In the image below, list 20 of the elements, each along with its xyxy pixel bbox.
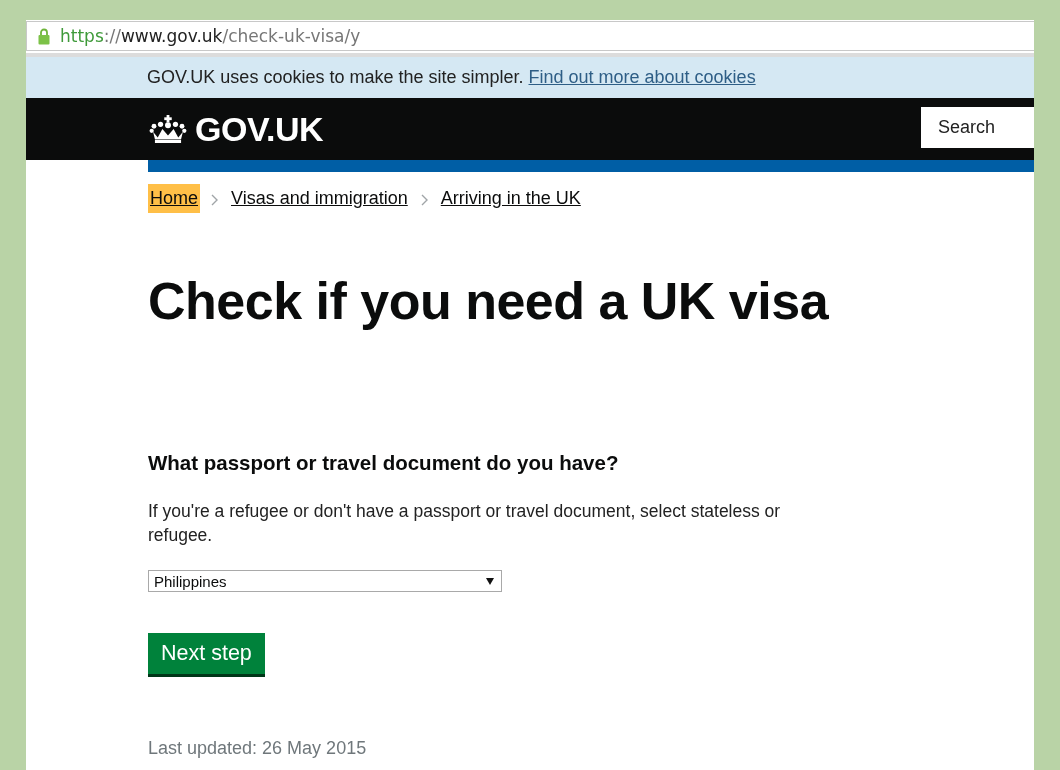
question-label: What passport or travel document do you have?: [148, 450, 620, 476]
search-field[interactable]: Search: [921, 107, 1034, 148]
breadcrumb-link[interactable]: Visas and immigration: [229, 183, 410, 213]
caret-icon: [486, 577, 494, 585]
chevron-icon: [420, 193, 428, 206]
last-updated-text: Last updated: 26 May 2015: [148, 738, 368, 759]
chevron-icon: [211, 193, 218, 206]
address-bar[interactable]: https://www.gov.uk/check-uk-visa/y: [26, 21, 1034, 51]
site-logo-text[interactable]: GOV.UK: [195, 109, 323, 149]
country-select[interactable]: Philippines: [148, 570, 502, 592]
cookie-message: GOV.UK uses cookies to make the site simpler.: [147, 67, 524, 88]
crown-icon: [148, 115, 188, 143]
page-title: Check if you need a UK visa: [148, 271, 830, 332]
padlock-icon: [38, 27, 50, 45]
breadcrumb-link[interactable]: Arriving in the UK: [438, 183, 583, 213]
question-hint: If you're a refugee or don't have a passport or travel document, select stateless or refugee.: [148, 500, 782, 547]
cookie-info-link[interactable]: Find out more about cookies: [528, 67, 756, 88]
breadcrumb-link[interactable]: Home: [148, 183, 200, 213]
url-text: https://www.gov.uk/check-uk-visa/y: [60, 26, 361, 46]
next-step-button[interactable]: Next step: [148, 633, 265, 677]
